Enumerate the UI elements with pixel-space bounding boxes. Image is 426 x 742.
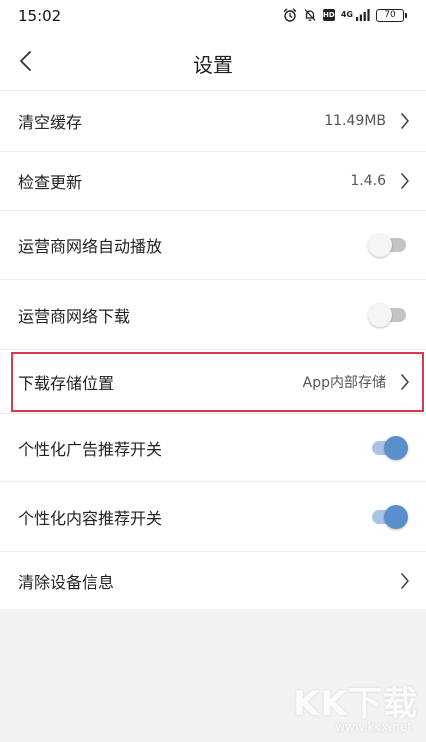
mute-bell-icon	[304, 9, 316, 21]
chevron-right-icon	[398, 111, 412, 131]
toggle-knob	[368, 302, 392, 327]
toggle-knob	[384, 435, 408, 460]
status-icons: HD 4G 70	[283, 8, 407, 22]
battery-icon: 70	[376, 8, 407, 22]
header-bar: 设置	[0, 32, 426, 90]
setting-row-personalized-content: 个性化内容推荐开关	[0, 481, 426, 551]
setting-label: 运营商网络下载	[18, 306, 131, 326]
alarm-icon	[283, 8, 297, 22]
setting-value: App内部存储	[302, 374, 386, 391]
watermark-url: www.kkx.net	[335, 720, 412, 734]
setting-label: 检查更新	[18, 173, 83, 192]
watermark-logo: KK下载	[293, 684, 418, 724]
personalized-ads-toggle[interactable]	[368, 435, 408, 460]
signal-icon	[356, 9, 370, 21]
setting-row-clear-cache[interactable]: 清空缓存 11.49MB	[0, 90, 426, 151]
chevron-right-icon	[398, 372, 412, 392]
chevron-right-icon	[398, 571, 412, 591]
setting-row-download-location[interactable]: 下载存储位置 App内部存储	[0, 349, 426, 413]
watermark: KK下载 www.kkx.net	[288, 676, 418, 738]
toggle-knob	[384, 504, 408, 529]
status-bar: 15:02 HD 4G 70	[0, 0, 426, 32]
setting-value: 11.49MB	[324, 113, 386, 129]
setting-label: 清空缓存	[18, 113, 83, 132]
status-time: 15:02	[18, 7, 62, 25]
setting-row-carrier-autoplay: 运营商网络自动播放	[0, 210, 426, 279]
chevron-right-icon	[398, 171, 412, 191]
page-title: 设置	[193, 53, 233, 77]
toggle-knob	[368, 233, 392, 257]
setting-value: 1.4.6	[350, 173, 386, 189]
setting-label: 清除设备信息	[18, 572, 115, 592]
settings-list: 清空缓存 11.49MB 检查更新 1.4.6 运营商网络自动播放 运营商网络下…	[0, 90, 426, 609]
setting-row-check-update[interactable]: 检查更新 1.4.6	[0, 151, 426, 210]
personalized-content-toggle[interactable]	[368, 504, 408, 529]
setting-label: 个性化内容推荐开关	[18, 508, 163, 528]
carrier-autoplay-toggle[interactable]	[368, 233, 408, 257]
setting-label: 运营商网络自动播放	[18, 237, 163, 256]
setting-label: 个性化广告推荐开关	[18, 439, 163, 459]
carrier-download-toggle[interactable]	[368, 302, 408, 327]
setting-row-carrier-download: 运营商网络下载	[0, 279, 426, 349]
setting-label: 下载存储位置	[18, 373, 115, 393]
network-type: 4G	[340, 10, 353, 19]
setting-row-personalized-ads: 个性化广告推荐开关	[0, 413, 426, 481]
hd-icon: HD	[322, 9, 335, 21]
setting-row-clear-device-info[interactable]: 清除设备信息	[0, 551, 426, 609]
